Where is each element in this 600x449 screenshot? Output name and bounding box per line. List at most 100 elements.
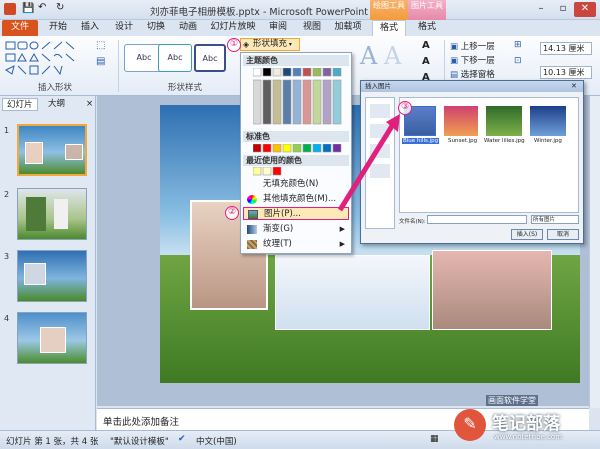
window-title: 刘亦菲电子相册模板.pptx - Microsoft PowerPoint xyxy=(150,7,368,18)
title-bar: 💾 ↶ ↻ 刘亦菲电子相册模板.pptx - Microsoft PowerPo… xyxy=(0,0,600,20)
thumb-photo xyxy=(25,142,43,164)
file-thumb-sunset[interactable] xyxy=(444,106,478,136)
picture-icon xyxy=(248,210,258,219)
tab-design[interactable]: 设计 xyxy=(110,20,138,36)
bring-forward-button[interactable]: ▣ 上移一层 xyxy=(450,40,495,52)
redo-icon[interactable]: ↻ xyxy=(56,2,64,13)
ribbon-tabs: 文件 开始 插入 设计 切换 动画 幻灯片放映 审阅 视图 加载项 格式 格式 xyxy=(0,20,600,36)
slide-number: 1 xyxy=(4,126,10,135)
group-insert-shapes-label: 插入形状 xyxy=(37,83,72,93)
slide-number: 3 xyxy=(4,252,10,261)
tab-animations[interactable]: 动画 xyxy=(174,20,202,36)
slides-panel: 幻灯片 大纲 × 1 2 3 4 xyxy=(0,96,96,430)
tab-slides[interactable]: 幻灯片 xyxy=(2,98,38,111)
save-icon[interactable]: 💾 xyxy=(22,3,34,14)
tab-transitions[interactable]: 切换 xyxy=(142,20,170,36)
color-wheel-icon xyxy=(247,195,257,204)
texture-icon xyxy=(247,240,257,249)
slide-thumbnail-2[interactable] xyxy=(17,188,87,240)
dialog-title: 插入图片 xyxy=(361,81,583,92)
tab-home[interactable]: 开始 xyxy=(44,20,72,36)
panel-close-icon[interactable]: × xyxy=(82,98,97,111)
thumb-photo xyxy=(54,199,68,229)
slide-number: 4 xyxy=(4,314,10,323)
slide-thumbnail-4[interactable] xyxy=(17,312,87,364)
slide-thumbnail-1[interactable] xyxy=(17,124,87,176)
tab-addins[interactable]: 加载项 xyxy=(330,20,366,36)
text-outline-icon[interactable]: A xyxy=(422,56,430,67)
slide-number: 2 xyxy=(4,190,10,199)
undo-icon[interactable]: ↶ xyxy=(38,2,46,13)
shape-height-field[interactable]: 14.13 厘米 xyxy=(540,42,592,55)
gradient-icon xyxy=(247,225,257,234)
watermark: 画面软件学堂 ✎ 笔记部落 www.notetribe.com xyxy=(430,395,600,449)
recent-color-row[interactable] xyxy=(253,167,293,177)
texture-fill-item[interactable]: 纹理(T) ▶ xyxy=(243,238,349,251)
dialog-close-icon[interactable]: ✕ xyxy=(571,81,577,92)
photo-dress[interactable] xyxy=(275,255,430,330)
wordart-style-a2[interactable]: A xyxy=(384,42,401,70)
file-label: Winter.jpg xyxy=(534,138,562,144)
shapes-gallery[interactable] xyxy=(4,40,90,78)
group-shape-styles-label: 形状样式 xyxy=(167,83,202,93)
tab-outline[interactable]: 大纲 xyxy=(44,98,69,111)
tab-slideshow[interactable]: 幻灯片放映 xyxy=(208,20,258,36)
group-icon[interactable]: ⊡ xyxy=(514,56,522,66)
tab-format-drawing[interactable]: 格式 xyxy=(372,20,406,36)
filename-input[interactable] xyxy=(427,215,527,224)
insert-button[interactable]: 插入(S) xyxy=(511,229,543,240)
language-indicator[interactable]: 中文(中国) xyxy=(196,435,237,447)
pencil-logo-icon: ✎ xyxy=(454,409,486,441)
shape-fill-label: 形状填充 xyxy=(253,39,288,49)
close-button[interactable]: ✕ xyxy=(574,2,596,17)
file-thumb-water-lilies[interactable] xyxy=(486,106,522,136)
spellcheck-icon[interactable]: ✔ xyxy=(178,434,186,444)
context-picture-tools: 图片工具 xyxy=(408,0,446,20)
thumb-photo xyxy=(26,197,46,231)
shape-style-2[interactable]: Abc xyxy=(158,44,192,72)
shape-style-3[interactable]: Abc xyxy=(194,44,226,72)
tab-review[interactable]: 审阅 xyxy=(264,20,292,36)
file-thumb-winter[interactable] xyxy=(530,106,566,136)
cancel-button[interactable]: 取消 xyxy=(547,229,579,240)
tab-format-picture[interactable]: 格式 xyxy=(410,20,444,36)
tab-file[interactable]: 文件 xyxy=(2,20,38,36)
thumb-photo xyxy=(40,327,66,353)
shape-width-field[interactable]: 10.13 厘米 xyxy=(540,66,592,79)
powerpoint-logo-icon[interactable] xyxy=(4,3,16,15)
watermark-url: www.notetribe.com xyxy=(494,433,563,441)
minimize-button[interactable]: – xyxy=(530,2,552,17)
filetype-select[interactable]: 所有图片 xyxy=(531,215,579,224)
notes-placeholder: 单击此处添加备注 xyxy=(103,417,180,428)
vertical-scrollbar[interactable] xyxy=(589,96,600,408)
send-backward-button[interactable]: ▣ 下移一层 xyxy=(450,54,495,66)
textbox-icon[interactable]: ▤ xyxy=(96,56,105,67)
file-list[interactable]: Blue hills.jpg Sunset.jpg Water lilies.j… xyxy=(399,97,579,213)
theme-name[interactable]: "默认设计模板" xyxy=(110,435,169,447)
file-label: Water lilies.jpg xyxy=(484,138,525,144)
edit-shape-icon[interactable]: ⬚ xyxy=(96,40,105,51)
watermark-name: 笔记部落 xyxy=(492,414,560,434)
text-fill-icon[interactable]: A xyxy=(422,40,430,51)
slide-thumbnail-3[interactable] xyxy=(17,250,87,302)
tab-view[interactable]: 视图 xyxy=(298,20,326,36)
selection-pane-button[interactable]: ▤ 选择窗格 xyxy=(450,68,495,80)
photo-sitting-girl[interactable] xyxy=(432,250,552,330)
thumb-photo xyxy=(24,263,46,285)
wordart-style-a1[interactable]: A xyxy=(360,42,377,70)
tab-insert[interactable]: 插入 xyxy=(76,20,104,36)
shape-fill-button[interactable]: ◈ 形状填充 ▾ xyxy=(240,38,300,51)
maximize-button[interactable]: ▫ xyxy=(552,2,574,17)
annotation-arrow xyxy=(337,114,400,212)
align-icon[interactable]: ⊞ xyxy=(514,40,522,50)
paint-bucket-icon: ◈ xyxy=(243,40,250,49)
thumb-photo xyxy=(65,144,83,160)
file-label: Sunset.jpg xyxy=(448,138,478,144)
theme-colors-header: 主题颜色 xyxy=(243,55,349,66)
watermark-top-text: 画面软件学堂 xyxy=(486,395,538,406)
gradient-fill-item[interactable]: 渐变(G) ▶ xyxy=(243,223,349,236)
context-drawing-tools: 绘图工具 xyxy=(370,0,408,20)
callout-step-1: ① xyxy=(227,38,241,52)
slide-count: 幻灯片 第 1 张，共 4 张 xyxy=(6,437,99,447)
callout-step-2: ② xyxy=(225,206,239,220)
